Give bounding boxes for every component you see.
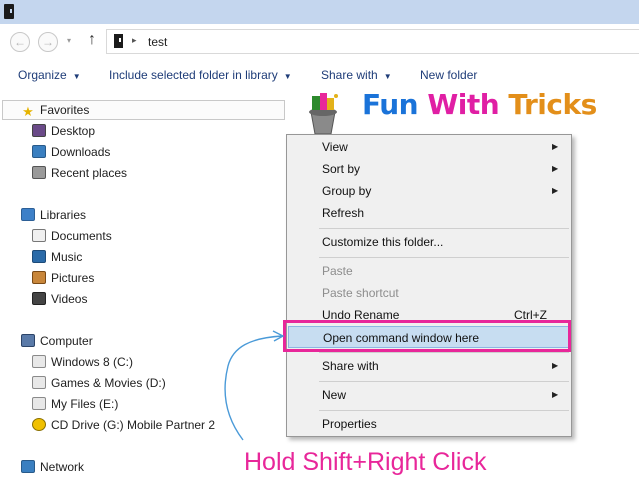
- annotation-arrow: [224, 330, 285, 441]
- annotation-caption: Hold Shift+Right Click: [244, 448, 487, 476]
- curved-arrow-line: [224, 335, 283, 441]
